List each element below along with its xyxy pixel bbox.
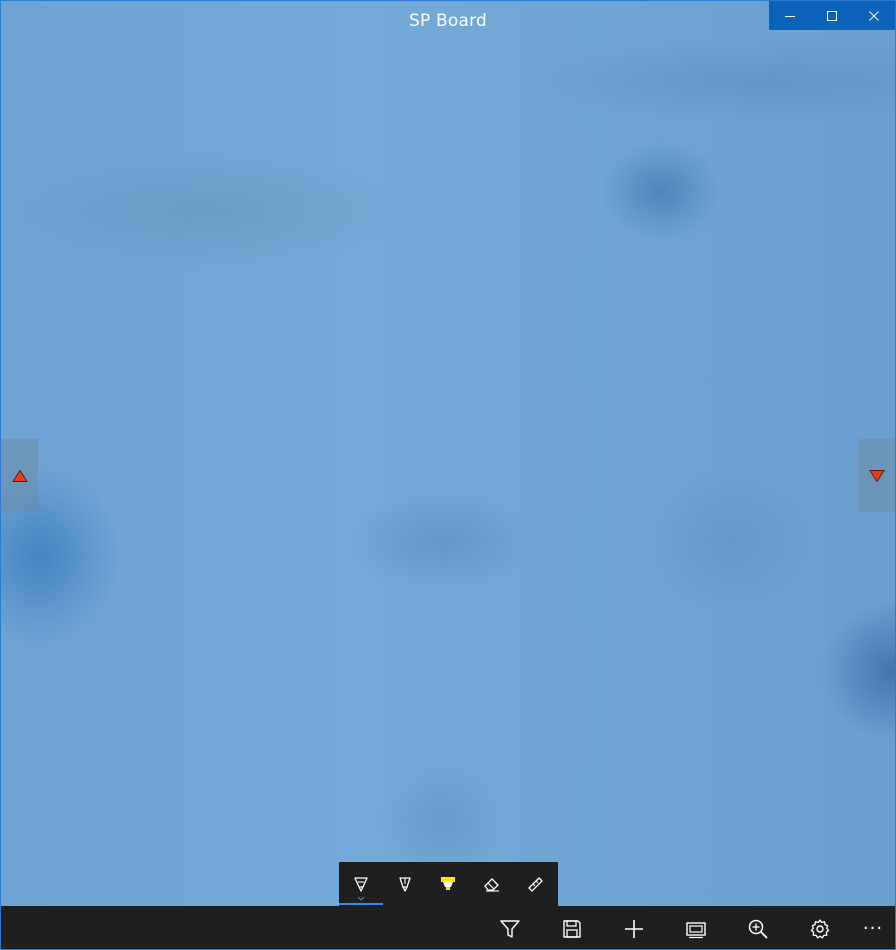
- close-button[interactable]: [853, 1, 895, 30]
- drawing-canvas[interactable]: [1, 1, 895, 949]
- eraser-tool[interactable]: [470, 862, 514, 906]
- app-window: SP Board ···: [0, 0, 896, 950]
- chevron-down-icon[interactable]: [357, 896, 365, 901]
- pencil-icon: [399, 877, 411, 892]
- save-icon: [563, 919, 581, 938]
- pencil-tool[interactable]: [383, 862, 427, 906]
- filter-icon: [500, 919, 520, 938]
- settings-button[interactable]: [800, 906, 840, 949]
- more-icon: ···: [862, 918, 884, 939]
- triangle-up-icon: [11, 469, 28, 482]
- window-title: SP Board: [408, 11, 487, 31]
- ballpoint-pen-icon: [354, 877, 368, 892]
- minimize-button[interactable]: [769, 1, 811, 30]
- maximize-button[interactable]: [811, 1, 853, 30]
- settings-icon: [810, 918, 830, 938]
- ruler-icon: [528, 877, 543, 892]
- more-button[interactable]: ···: [853, 906, 893, 949]
- zoom-in-button[interactable]: [738, 906, 778, 949]
- minimize-icon: [785, 15, 795, 17]
- caption-buttons: [769, 1, 895, 30]
- filter-button[interactable]: [490, 906, 530, 949]
- next-page-button[interactable]: [858, 439, 895, 512]
- ink-toolbar: [339, 862, 558, 906]
- add-icon: [625, 919, 643, 938]
- highlighter-tool[interactable]: [427, 862, 471, 906]
- slides-icon: [686, 921, 706, 938]
- eraser-icon: [484, 878, 500, 892]
- zoom-in-icon: [748, 919, 768, 939]
- slides-button[interactable]: [676, 906, 716, 949]
- previous-page-button[interactable]: [1, 439, 38, 512]
- close-icon: [869, 10, 879, 21]
- highlighter-icon: [441, 877, 456, 890]
- command-bar: ···: [1, 906, 895, 949]
- ballpoint-pen-tool[interactable]: [339, 862, 383, 906]
- ruler-tool[interactable]: [514, 862, 558, 906]
- maximize-icon: [827, 10, 837, 21]
- save-button[interactable]: [552, 906, 592, 949]
- add-button[interactable]: [614, 906, 654, 949]
- triangle-down-icon: [868, 469, 885, 482]
